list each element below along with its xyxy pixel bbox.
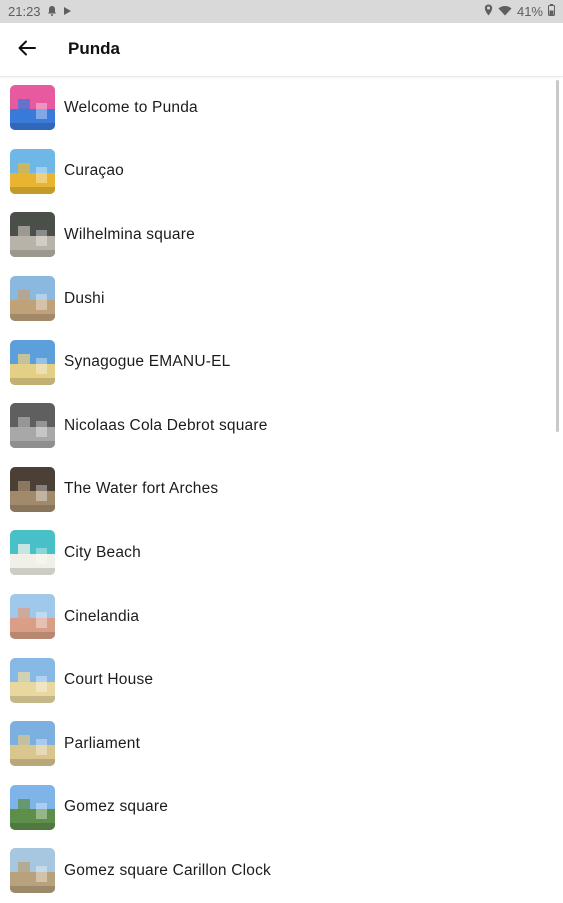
list-item-label: City Beach [64,543,141,561]
thumbnail-image [10,530,55,576]
list-item[interactable]: Dushi [0,267,563,331]
list-item-label: Wilhelmina square [64,225,195,243]
thumbnail-image [10,784,55,830]
list-item-label: Nicolaas Cola Debrot square [64,416,268,434]
status-time: 21:23 [8,4,41,19]
location-icon [484,4,493,19]
list-item[interactable]: Synagogue EMANU-EL [0,330,563,394]
arrow-back-icon [18,40,36,61]
back-button[interactable] [12,35,42,65]
thumbnail-image [10,466,55,512]
thumbnail-image [10,657,55,703]
list-item-label: Parliament [64,734,141,752]
thumbnail-image [10,721,55,767]
list-item-label: Gomez square [64,798,169,816]
page-title: Punda [68,39,120,58]
list-item[interactable]: City Beach [0,521,563,585]
thumbnail-image [10,339,55,385]
list-item[interactable]: Nicolaas Cola Debrot square [0,394,563,458]
wifi-icon [498,4,512,19]
list-item-label: Welcome to Punda [64,98,198,116]
list-item[interactable]: Cinelandia [0,585,563,649]
battery-icon [548,4,555,19]
thumbnail-image [10,85,55,131]
list-item[interactable]: Curaçao [0,140,563,204]
thumbnail-image [10,212,55,258]
list-item[interactable]: Gomez square [0,776,563,840]
list-item-label: Curaçao [64,162,124,180]
list-item-label: Gomez square Carillon Clock [64,861,271,879]
list-item-label: Dushi [64,289,105,307]
list-item-label: Court House [64,671,154,689]
thumbnail-image [10,148,55,194]
list-item-label: Synagogue EMANU-EL [64,353,231,371]
status-bar: 21:23 41% [0,0,563,23]
play-icon [63,4,72,19]
list-item[interactable]: Gomez square Carillon Clock [0,839,563,903]
poi-list: Welcome to Punda Curaçao Wilhelmina square… [0,76,563,903]
list-item-label: Cinelandia [64,607,140,625]
list-item[interactable]: Court House [0,648,563,712]
list-item[interactable]: Welcome to Punda [0,76,563,140]
battery-percent: 41% [516,4,543,19]
scrollbar[interactable] [556,80,559,432]
notification-bell-icon [47,4,57,19]
list-item[interactable]: Wilhelmina square [0,203,563,267]
thumbnail-image [10,848,55,894]
list-item[interactable]: The Water fort Arches [0,458,563,522]
thumbnail-image [10,403,55,449]
thumbnail-image [10,276,55,322]
list-item-label: The Water fort Arches [64,480,219,498]
list-item[interactable]: Parliament [0,712,563,776]
app-bar: Punda [0,23,563,77]
thumbnail-image [10,594,55,640]
